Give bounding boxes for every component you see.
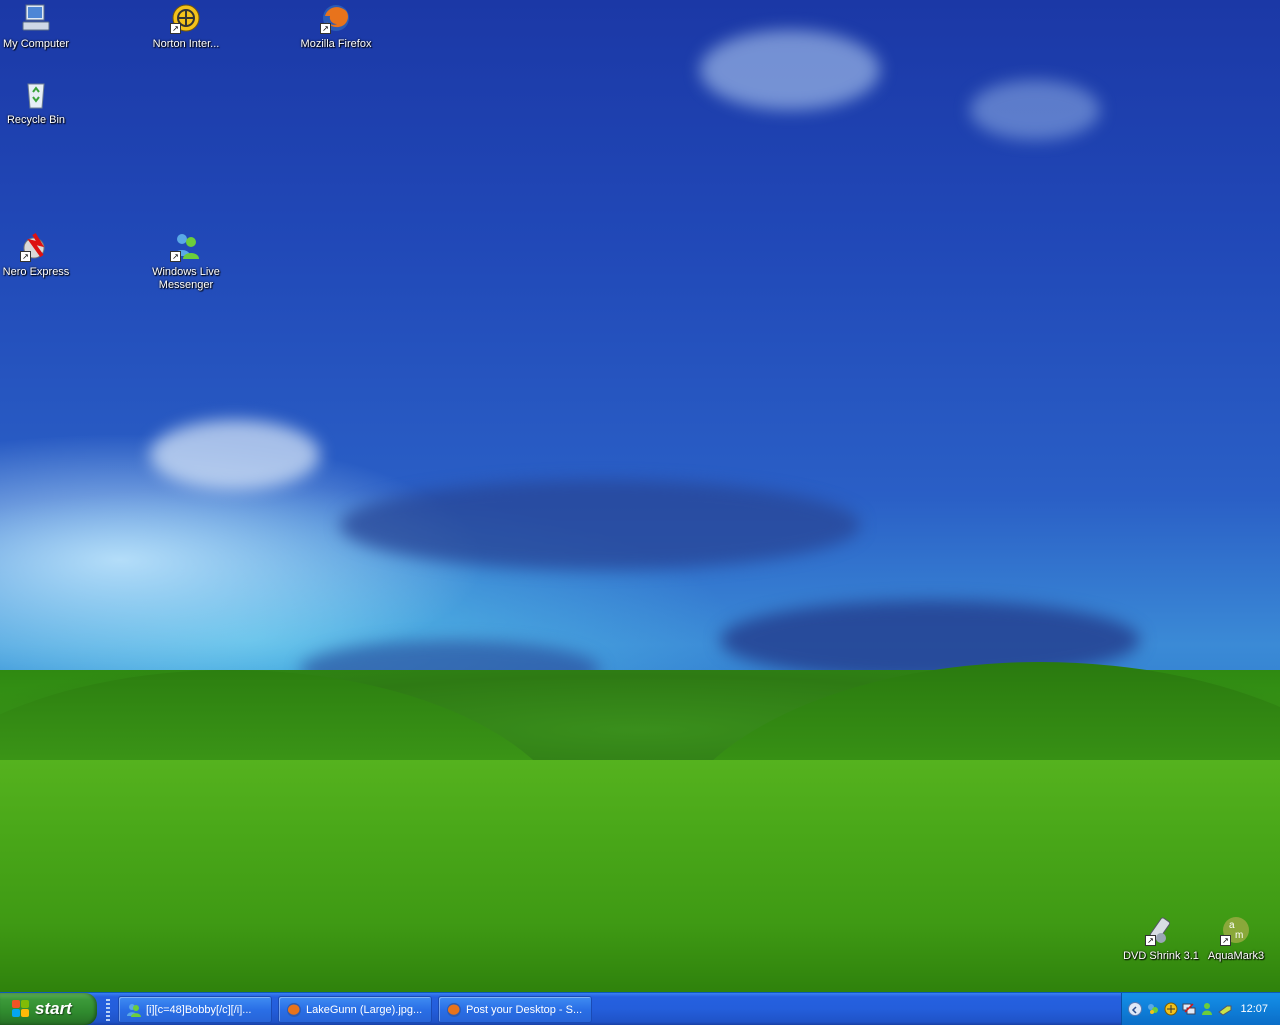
desktop-icon-label: AquaMark3 (1207, 950, 1265, 962)
dvd-shrink-icon: ↗ (1145, 914, 1177, 946)
taskbar-button-messenger[interactable]: [i][c=48]Bobby[/c][/i]... (118, 996, 272, 1023)
cloud (700, 30, 880, 110)
firefox-icon (286, 1002, 302, 1018)
desktop-icon-firefox[interactable]: ↗ Mozilla Firefox (294, 2, 378, 51)
desktop-wallpaper (0, 0, 1280, 992)
desktop-icon-label: My Computer (2, 38, 70, 50)
desktop-icon-nero-express[interactable]: ↗ Nero Express (0, 230, 78, 279)
desktop-icon-norton[interactable]: ↗ Norton Inter... (144, 2, 228, 51)
taskbar-button-lakegunn[interactable]: LakeGunn (Large).jpg... (278, 996, 432, 1023)
taskbar-button-label: Post your Desktop - S... (466, 1003, 583, 1016)
nero-express-icon: ↗ (20, 230, 52, 262)
firefox-icon (446, 1002, 462, 1018)
shortcut-arrow-icon: ↗ (20, 251, 31, 262)
firefox-icon: ↗ (320, 2, 352, 34)
windows-flag-icon (12, 1000, 30, 1018)
system-tray: 12:07 (1121, 993, 1280, 1025)
cloud (970, 80, 1100, 140)
taskbar: start [i][c=48]Bobby[/c][/i]... LakeGunn… (0, 992, 1280, 1025)
windows-live-messenger-icon: ↗ (170, 230, 202, 262)
clock[interactable]: 12:07 (1240, 1003, 1268, 1015)
messenger-tray-icon[interactable] (1146, 1002, 1160, 1016)
meadow (0, 760, 1280, 992)
quick-launch-grip[interactable] (106, 999, 110, 1021)
start-label: start (35, 999, 72, 1018)
messenger-icon (126, 1002, 142, 1018)
shortcut-arrow-icon: ↗ (170, 251, 181, 262)
taskbar-button-label: [i][c=48]Bobby[/c][/i]... (146, 1003, 252, 1016)
shortcut-arrow-icon: ↗ (170, 23, 181, 34)
desktop-icon-label: DVD Shrink 3.1 (1123, 950, 1199, 962)
aquamark3-icon: a m ↗ (1220, 914, 1252, 946)
desktop-icon-dvd-shrink[interactable]: ↗ DVD Shrink 3.1 (1119, 914, 1203, 963)
desktop-icon-label: Norton Inter... (152, 38, 220, 50)
recycle-bin-icon (20, 78, 52, 110)
cloud (340, 480, 860, 570)
show-hidden-icons-arrow[interactable] (1128, 1002, 1142, 1016)
taskbar-button-post-your-desktop[interactable]: Post your Desktop - S... (438, 996, 592, 1023)
start-button[interactable]: start (0, 993, 97, 1025)
shortcut-arrow-icon: ↗ (1145, 935, 1156, 946)
desktop-icon-aquamark3[interactable]: a m ↗ AquaMark3 (1194, 914, 1278, 963)
desktop-icon-label: Mozilla Firefox (300, 38, 372, 50)
desktop-icon-windows-live-messenger[interactable]: ↗ Windows Live Messenger (144, 230, 228, 292)
cloud (150, 420, 320, 490)
norton-tray-icon[interactable] (1164, 1002, 1178, 1016)
desktop-icon-recycle-bin[interactable]: Recycle Bin (0, 78, 78, 127)
norton-internet-security-icon: ↗ (170, 2, 202, 34)
my-computer-icon (20, 2, 52, 34)
safely-remove-hardware-icon[interactable] (1218, 1002, 1232, 1016)
desktop-icon-label: Recycle Bin (6, 114, 66, 126)
desktop-icon-label: Nero Express (2, 266, 70, 278)
desktop-icon-label: Windows Live Messenger (152, 266, 220, 291)
svg-text:m: m (1235, 930, 1243, 941)
desktop-icon-my-computer[interactable]: My Computer (0, 2, 78, 51)
network-tray-icon[interactable] (1182, 1002, 1196, 1016)
shortcut-arrow-icon: ↗ (320, 23, 331, 34)
shortcut-arrow-icon: ↗ (1220, 935, 1231, 946)
taskbar-button-label: LakeGunn (Large).jpg... (306, 1003, 423, 1016)
messenger-status-icon[interactable] (1200, 1002, 1214, 1016)
